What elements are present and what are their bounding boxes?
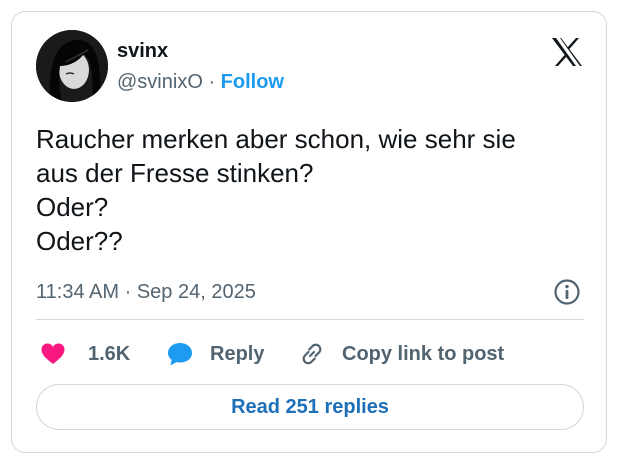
post-time: 11:34 AM [36, 281, 120, 303]
follow-link[interactable]: Follow [221, 71, 284, 93]
reply-label: Reply [210, 342, 265, 365]
info-icon[interactable] [553, 278, 581, 306]
timestamp-separator: · [124, 281, 132, 303]
x-logo-icon[interactable] [550, 36, 584, 68]
author-name[interactable]: svinx [117, 39, 168, 63]
handle-separator: · [208, 71, 216, 93]
avatar[interactable] [36, 30, 108, 102]
post-text: Raucher merken aber schon, wie sehr sie … [36, 122, 592, 258]
read-replies-button[interactable]: Read 251 replies [36, 384, 584, 430]
post-text-line: Oder? [36, 192, 109, 222]
post-timestamp[interactable]: 11:34 AM · Sep 24, 2025 [36, 280, 256, 304]
divider [36, 319, 584, 320]
post-text-line: Oder?? [36, 226, 123, 256]
author-handle[interactable]: @svinixO [117, 71, 203, 93]
author-meta: @svinixO · Follow [117, 70, 284, 94]
copy-link-label: Copy link to post [342, 342, 505, 365]
copy-link-button[interactable]: Copy link to post [298, 339, 504, 369]
heart-icon [41, 343, 65, 364]
post-text-line: aus der Fresse stinken? [36, 158, 314, 188]
embedded-post-card: svinx @svinixO · Follow Raucher merken a… [11, 11, 607, 453]
post-date: Sep 24, 2025 [136, 281, 256, 303]
link-icon [302, 343, 322, 365]
action-bar: 1.6K Reply Copy link to post [36, 339, 584, 369]
post-text-line: Raucher merken aber schon, wie sehr sie [36, 124, 516, 154]
reply-button[interactable]: Reply [166, 339, 264, 369]
like-count: 1.6K [88, 342, 131, 365]
speech-bubble-icon [168, 343, 192, 366]
like-button[interactable]: 1.6K [40, 339, 130, 369]
